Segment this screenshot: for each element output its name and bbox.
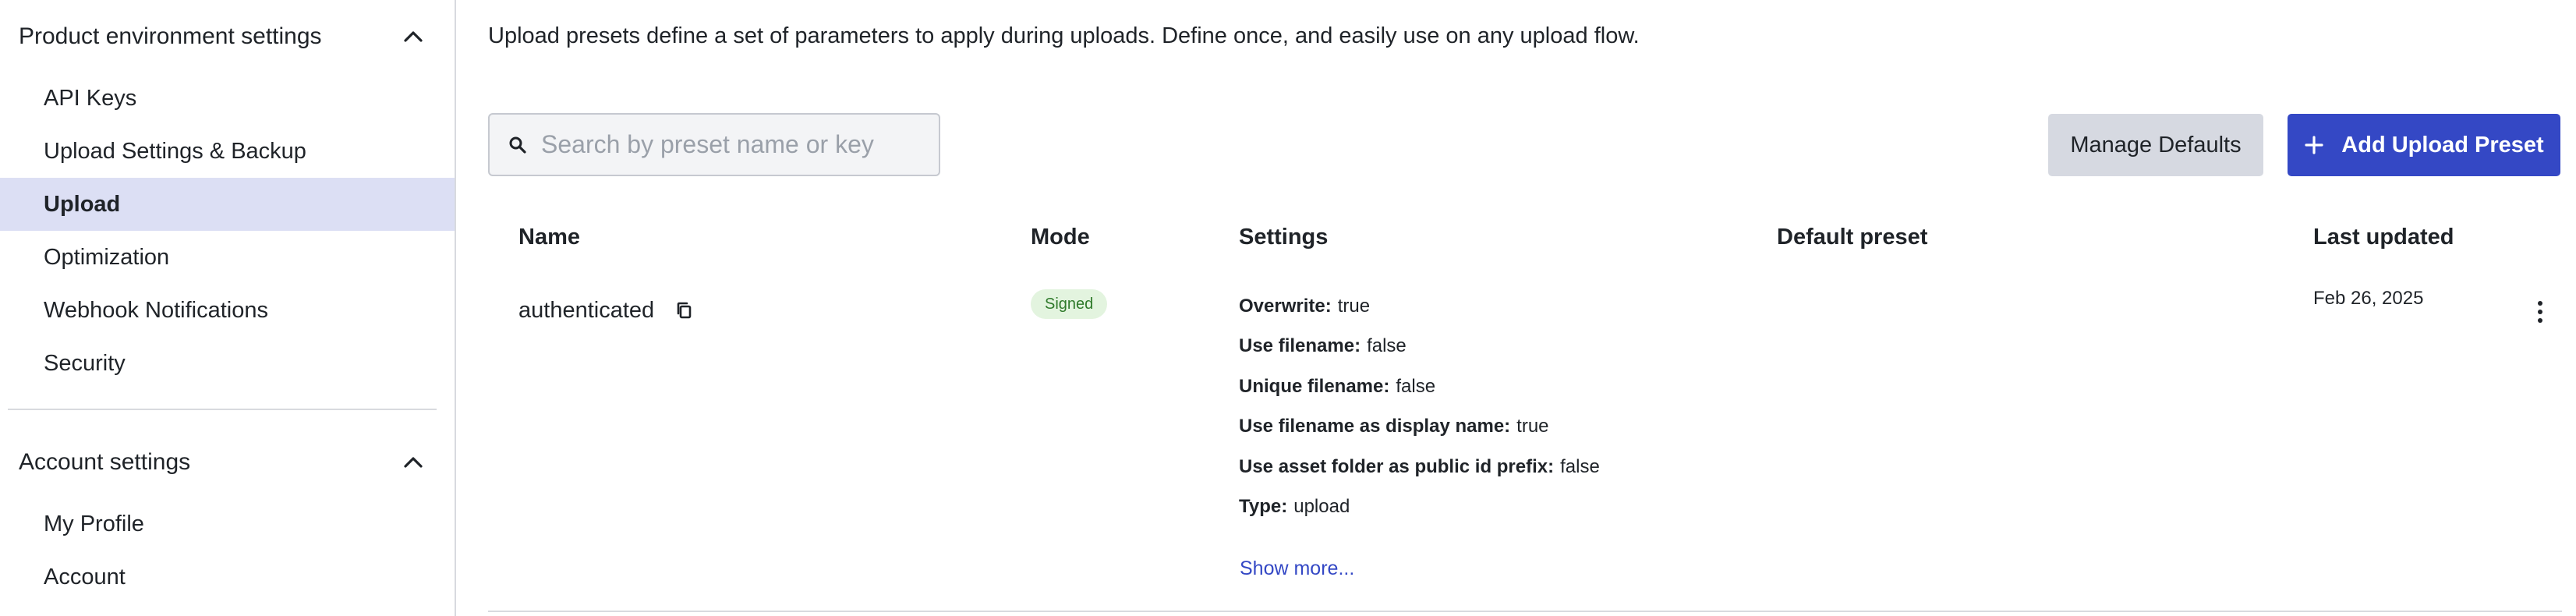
setting-key: Overwrite: <box>1239 295 1332 317</box>
sidebar-item-webhook-notifications[interactable]: Webhook Notifications <box>0 284 455 337</box>
setting-value: true <box>1337 295 1371 317</box>
preset-name[interactable]: authenticated <box>518 298 654 324</box>
section-title: Account settings <box>19 449 191 475</box>
page-description: Upload presets define a set of parameter… <box>488 23 1640 48</box>
setting-key: Unique filename: <box>1239 375 1390 397</box>
plus-icon <box>2304 135 2324 155</box>
setting-unique-filename: Unique filename: false <box>1239 366 1600 407</box>
setting-type: Type: upload <box>1239 487 1600 528</box>
show-more-link[interactable]: Show more... <box>1240 558 1354 580</box>
main-content: Upload presets define a set of parameter… <box>458 0 2576 616</box>
setting-key: Use filename: <box>1239 335 1361 357</box>
sidebar-item-account[interactable]: Account <box>0 551 455 604</box>
sidebar-item-label: API Keys <box>44 85 137 111</box>
setting-value: true <box>1516 416 1549 437</box>
setting-use-asset-folder-prefix: Use asset folder as public id prefix: fal… <box>1239 447 1600 487</box>
sidebar-item-label: My Profile <box>44 511 144 536</box>
preset-name-cell: authenticated <box>518 298 696 324</box>
setting-value: false <box>1367 335 1407 357</box>
add-upload-preset-button[interactable]: Add Upload Preset <box>2288 114 2560 176</box>
manage-defaults-label: Manage Defaults <box>2070 132 2242 158</box>
sidebar-item-label: Webhook Notifications <box>44 297 269 323</box>
sidebar-item-api-keys[interactable]: API Keys <box>0 72 455 125</box>
column-header-last-updated[interactable]: Last updated <box>2313 225 2454 250</box>
sidebar-item-label: Optimization <box>44 244 170 270</box>
last-updated-date: Feb 26, 2025 <box>2313 288 2424 309</box>
column-header-settings[interactable]: Settings <box>1239 225 1328 250</box>
table-row-divider <box>488 611 2562 612</box>
setting-value: false <box>1560 455 1600 477</box>
more-vertical-icon[interactable] <box>2528 296 2552 327</box>
setting-key: Use asset folder as public id prefix: <box>1239 455 1555 477</box>
setting-value: upload <box>1293 496 1350 518</box>
sidebar-item-label: Upload Settings & Backup <box>44 138 306 164</box>
section-title: Product environment settings <box>19 23 322 49</box>
section-header-account-settings[interactable]: Account settings <box>0 435 456 490</box>
column-header-name[interactable]: Name <box>518 225 580 250</box>
setting-use-filename: Use filename: false <box>1239 327 1600 367</box>
search-icon <box>509 136 526 154</box>
column-header-mode[interactable]: Mode <box>1031 225 1090 250</box>
chevron-up-icon[interactable] <box>400 23 426 50</box>
sidebar-item-label: Account <box>44 564 126 589</box>
sidebar-item-upload[interactable]: Upload <box>0 178 455 231</box>
mode-badge: Signed <box>1031 289 1108 319</box>
sidebar-item-optimization[interactable]: Optimization <box>0 231 455 284</box>
preset-settings-list: Overwrite: true Use filename: false Unique… <box>1239 286 1600 527</box>
sidebar: Product environment settings API Keys Up… <box>0 0 456 616</box>
sidebar-item-upload-settings-backup[interactable]: Upload Settings & Backup <box>0 125 455 178</box>
setting-key: Type: <box>1239 496 1288 518</box>
search-input[interactable] <box>541 130 915 159</box>
sidebar-item-security[interactable]: Security <box>0 337 455 390</box>
chevron-up-icon[interactable] <box>400 449 426 476</box>
column-header-default-preset[interactable]: Default preset <box>1777 225 1927 250</box>
setting-key: Use filename as display name: <box>1239 416 1511 437</box>
sidebar-item-my-profile[interactable]: My Profile <box>0 497 455 551</box>
copy-icon[interactable] <box>674 300 696 322</box>
setting-value: false <box>1396 375 1436 397</box>
setting-overwrite: Overwrite: true <box>1239 286 1600 327</box>
setting-use-filename-as-display-name: Use filename as display name: true <box>1239 407 1600 448</box>
manage-defaults-button[interactable]: Manage Defaults <box>2048 114 2263 176</box>
section-header-product-environment-settings[interactable]: Product environment settings <box>0 9 456 64</box>
add-upload-preset-label: Add Upload Preset <box>2341 132 2544 158</box>
sidebar-divider <box>8 409 437 410</box>
sidebar-item-label: Upload <box>44 191 121 217</box>
sidebar-item-label: Security <box>44 350 126 376</box>
search-box[interactable] <box>488 113 940 176</box>
